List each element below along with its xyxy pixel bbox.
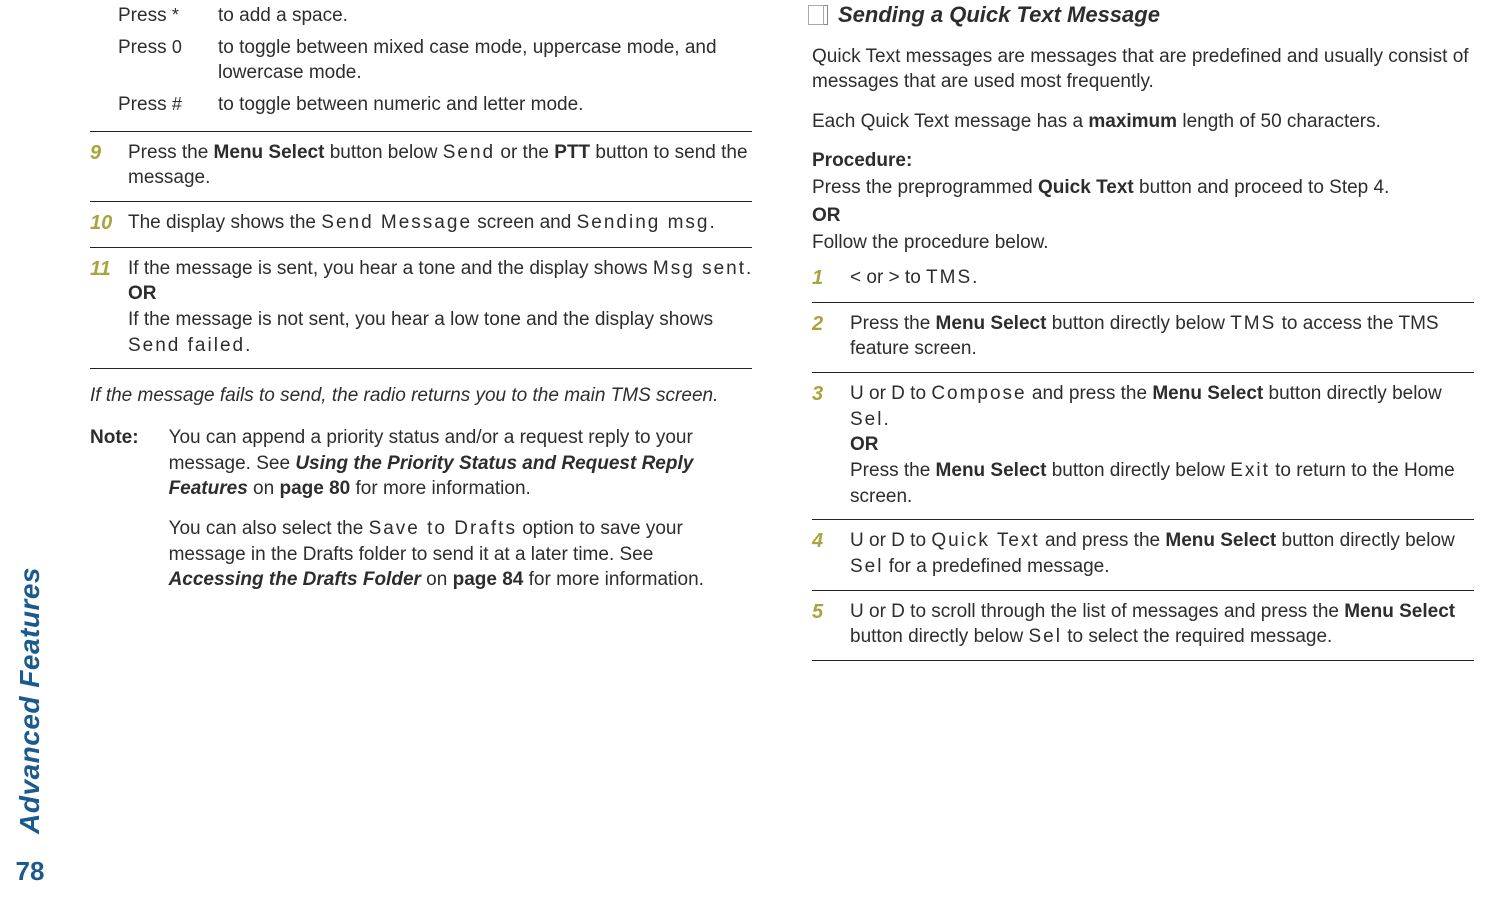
page-number: 78 [16,854,45,889]
note-block: Note: You can append a priority status a… [90,425,752,593]
note-label: Note: [90,425,139,593]
step-number: 3 [812,381,840,408]
qt-step-3: 3 U or D to Compose and press the Menu S… [812,373,1474,520]
step-number: 11 [90,256,118,283]
side-section-title: Advanced Features [11,567,49,834]
step-number: 2 [812,311,840,338]
step-11: 11 If the message is sent, you hear a to… [90,248,752,370]
key-row-zero: Press 0 to toggle between mixed case mod… [118,32,752,89]
step-10: 10 The display shows the Send Message sc… [90,202,752,248]
fail-note: If the message fails to send, the radio … [90,383,752,409]
left-column: Press * to add a space. Press 0 to toggl… [90,0,752,901]
side-label-block: Advanced Features 78 [0,567,60,889]
step-number: 1 [812,265,840,292]
intro-paragraph: Quick Text messages are messages that ar… [812,44,1474,95]
document-icon [812,5,828,25]
qt-step-1: 1 < or > to TMS. [812,257,1474,303]
max-length-paragraph: Each Quick Text message has a maximum le… [812,109,1474,135]
section-heading-row: Sending a Quick Text Message [812,0,1474,30]
right-column: Sending a Quick Text Message Quick Text … [812,0,1474,901]
qt-step-2: 2 Press the Menu Select button directly … [812,303,1474,373]
procedure-block: Procedure: Press the preprogrammed Quick… [812,147,1474,257]
step-number: 4 [812,528,840,555]
step-number: 9 [90,140,118,167]
step-9: 9 Press the Menu Select button below Sen… [90,132,752,202]
step-number: 10 [90,210,118,237]
key-row-hash: Press # to toggle between numeric and le… [118,89,752,121]
qt-step-4: 4 U or D to Quick Text and press the Men… [812,520,1474,590]
key-row-asterisk: Press * to add a space. [118,0,752,32]
qt-step-5: 5 U or D to scroll through the list of m… [812,591,1474,661]
section-heading: Sending a Quick Text Message [838,0,1160,30]
step-number: 5 [812,599,840,626]
procedure-label: Procedure: [812,150,912,171]
